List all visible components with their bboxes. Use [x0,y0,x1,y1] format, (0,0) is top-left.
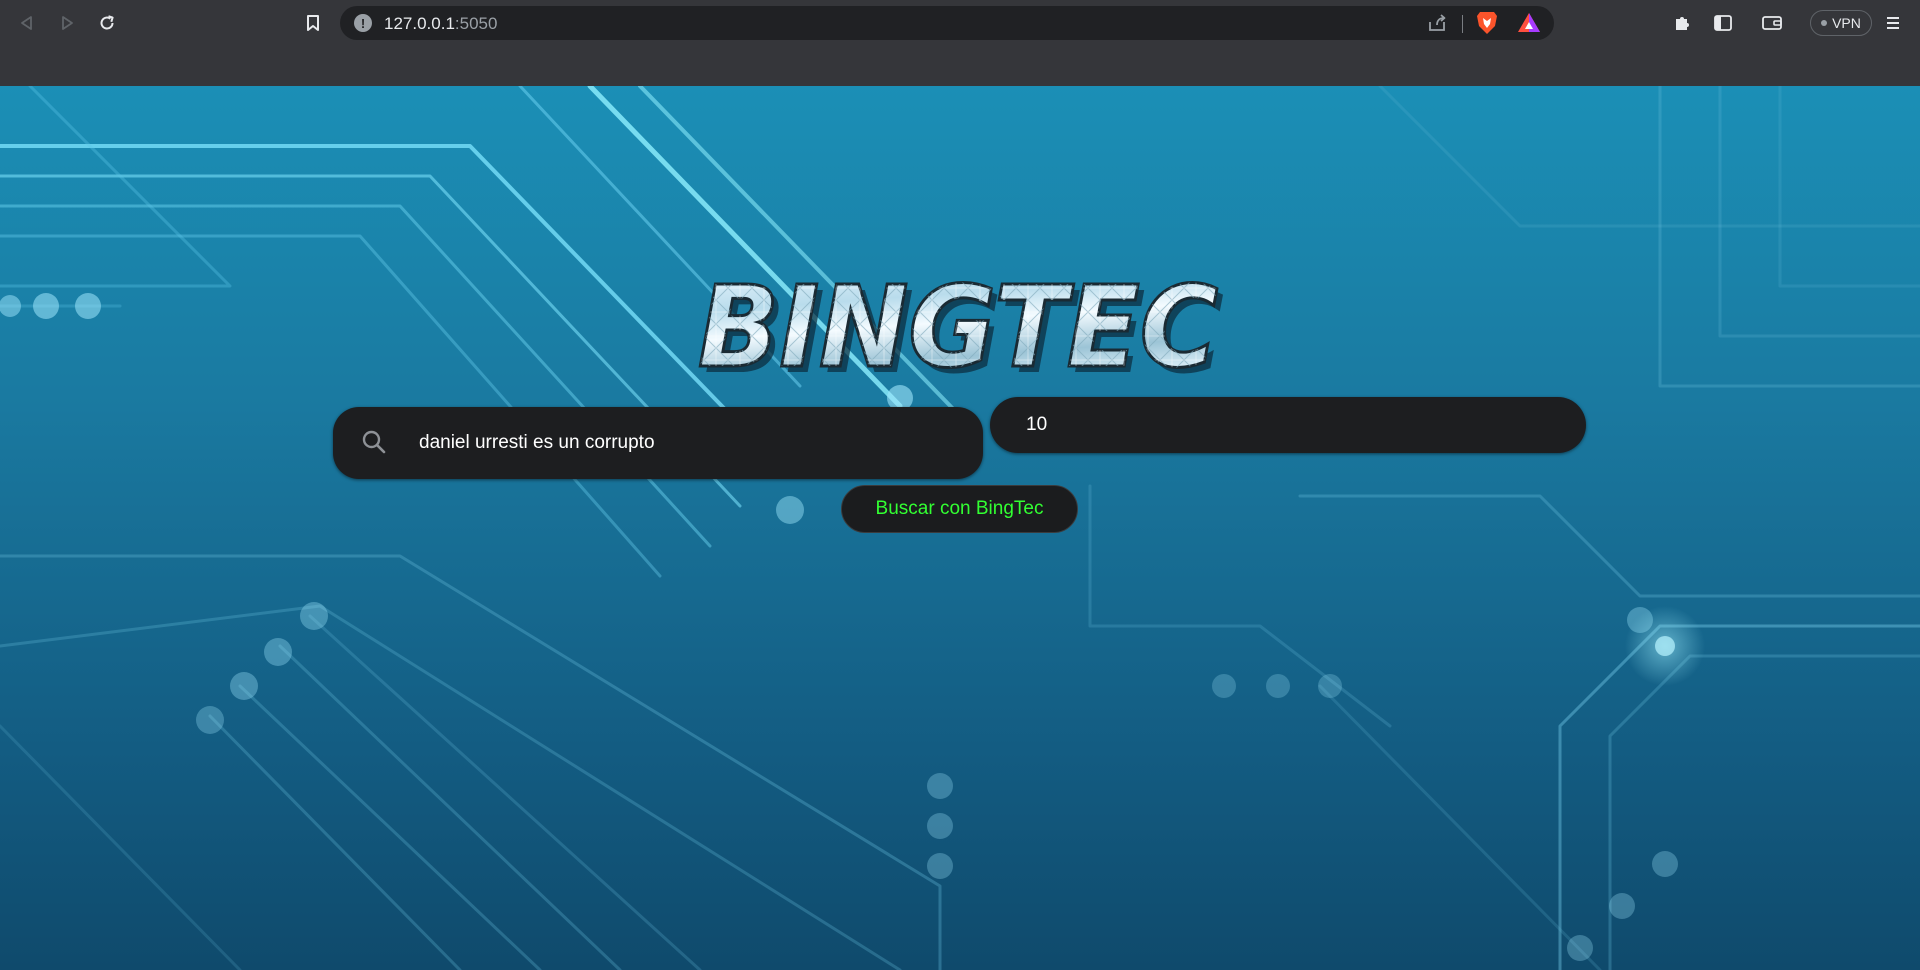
bookmark-button[interactable] [298,8,328,38]
url-host: 127.0.0.1 [384,14,455,33]
hamburger-menu-icon [1887,17,1899,29]
url-text[interactable]: 127.0.0.1:5050 [384,14,497,34]
brave-rewards-icon[interactable] [1516,10,1542,36]
sidebar-button[interactable] [1708,8,1738,38]
menu-button[interactable] [1878,8,1908,38]
back-button[interactable] [12,8,42,38]
search-box[interactable] [333,407,983,479]
page-viewport: BINGTEC BINGTEC BINGTEC Buscar con BingT… [0,86,1920,970]
forward-icon [62,16,73,30]
search-input[interactable] [419,407,959,479]
bingtec-logo: BINGTEC BINGTEC BINGTEC [697,276,1225,386]
url-port: :5050 [454,14,498,33]
address-bar[interactable]: ! 127.0.0.1:5050 [340,6,1554,40]
sidebar-icon [1714,15,1732,31]
brave-shields-icon[interactable] [1475,10,1499,36]
share-icon[interactable] [1426,12,1448,34]
reload-button[interactable] [92,8,122,38]
search-button[interactable]: Buscar con BingTec [841,485,1078,533]
wallet-icon [1762,16,1782,30]
browser-chrome: ! 127.0.0.1:5050 VPN [0,0,1920,86]
back-icon [21,16,32,30]
bookmark-icon [307,15,319,31]
site-info-icon[interactable]: ! [354,14,372,32]
address-divider [1462,15,1463,33]
vpn-status-icon [1821,20,1828,26]
bookmarks-bar [0,46,1920,86]
logo-text-texture: BINGTEC [698,276,1218,386]
wallet-button[interactable] [1757,8,1787,38]
puzzle-icon [1676,17,1689,30]
vpn-button[interactable]: VPN [1810,10,1872,36]
result-count-input[interactable] [1026,397,1546,453]
result-count-box[interactable] [990,397,1586,453]
vpn-label: VPN [1832,15,1861,31]
browser-toolbar: ! 127.0.0.1:5050 VPN [0,0,1920,46]
extensions-button[interactable] [1667,8,1697,38]
reload-icon [100,15,114,30]
forward-button[interactable] [52,8,82,38]
search-icon [362,430,386,454]
